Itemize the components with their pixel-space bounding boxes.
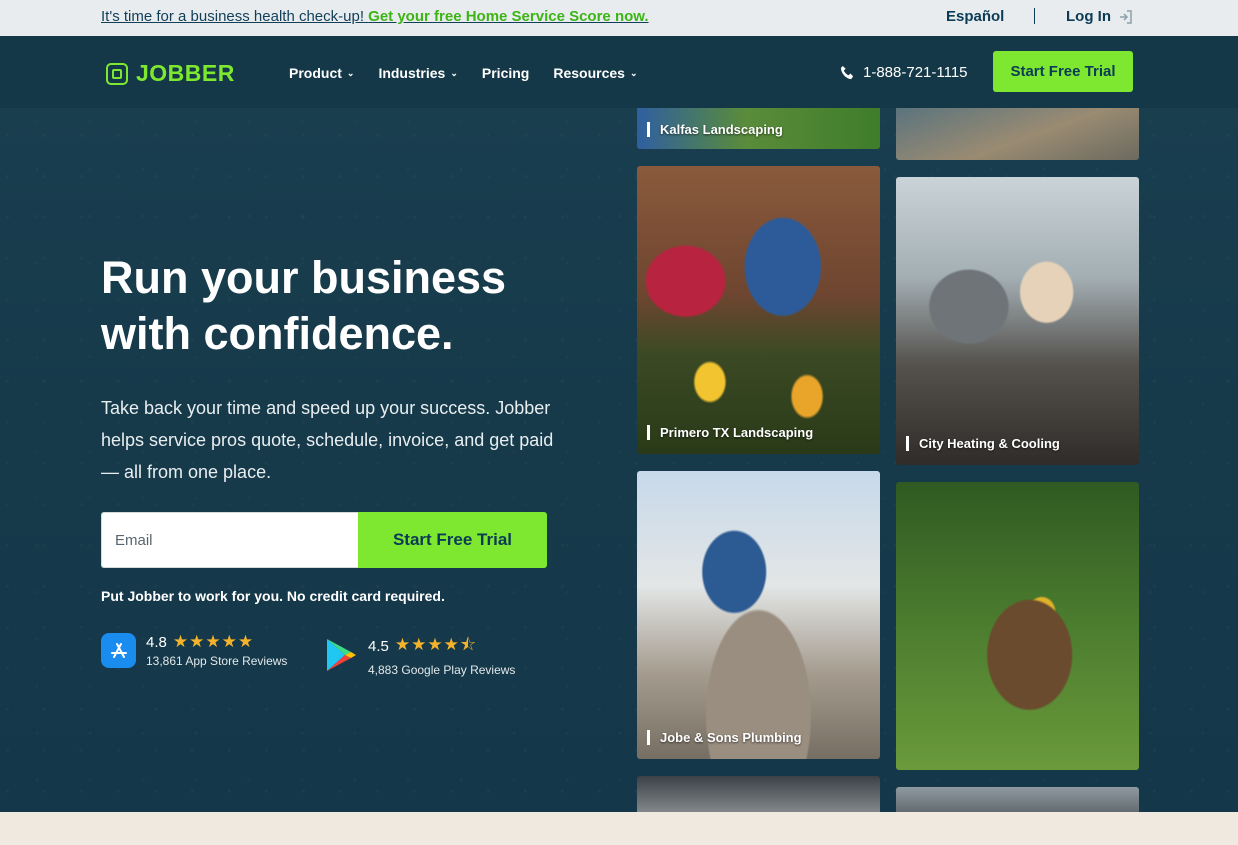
photo-caption: Jobe & Sons Plumbing [647,730,802,745]
nav-item-label: Product [289,65,342,81]
hero-title: Run your business with confidence. [101,250,581,362]
nav-item-resources[interactable]: Resources ⌄ [553,65,637,81]
rating-score: 4.5 [368,638,389,655]
chevron-down-icon: ⌄ [450,68,458,78]
hero-title-line: Run your business [101,252,507,303]
hero-title-line: with confidence. [101,308,454,359]
nav-item-label: Resources [553,65,625,81]
rating-text: 4.8 ★★★★★ 13,861 App Store Reviews [146,632,287,668]
customer-photo-city-heating: City Heating & Cooling [896,177,1139,465]
review-count: 13,861 App Store Reviews [146,654,288,668]
star-icons: ★★★★★ [172,632,255,651]
topbar-divider [1034,8,1035,24]
app-store-icon [101,632,136,668]
no-credit-card-note: Put Jobber to work for you. No credit ca… [101,588,445,604]
chevron-down-icon: ⌄ [346,68,355,78]
star-icons: ★★★★⯪ [394,635,477,654]
login-label: Log In [1066,8,1111,25]
nav-item-product[interactable]: Product ⌄ [289,65,354,81]
rating-score-row: 4.5 ★★★★⯪ [368,632,515,661]
announcement-bar: It's time for a business health check-up… [0,0,1238,36]
rating-score: 4.8 [146,633,167,651]
rating-text: 4.5 ★★★★⯪ 4,883 Google Play Reviews [368,632,515,677]
customer-photo-primero: Primero TX Landscaping [637,166,880,454]
login-icon [1120,9,1132,24]
photo-caption: Primero TX Landscaping [647,425,813,440]
phone-icon [840,65,854,80]
nav-item-pricing[interactable]: Pricing [482,65,529,81]
nav-start-trial-button[interactable]: Start Free Trial [993,51,1133,92]
announcement-text: It's time for a business health check-up… [101,8,364,25]
customer-photo-tools [896,482,1139,770]
photo-caption: City Heating & Cooling [906,436,1060,451]
customer-photo-plumbing: Jobe & Sons Plumbing [637,471,880,759]
jobber-logo-icon [106,62,128,85]
nav-menu: Product ⌄ Industries ⌄ Pricing Resources ⌄ [289,65,638,81]
rating-score-row: 4.8 ★★★★★ [146,632,287,652]
nav-item-industries[interactable]: Industries ⌄ [378,65,457,81]
review-count: 4,883 Google Play Reviews [368,663,516,677]
phone-link[interactable]: 1-888-721-1115 [840,64,968,81]
hero-subtitle: Take back your time and speed up your su… [101,398,554,482]
logo-text: JOBBER [136,60,235,86]
next-section-edge [0,812,1238,845]
google-play-rating[interactable]: 4.5 ★★★★⯪ 4,883 Google Play Reviews [323,632,515,677]
announcement-cta-text[interactable]: Get your free Home Service Score now. [368,8,648,25]
chevron-down-icon: ⌄ [629,68,638,78]
language-switch[interactable]: Español [946,8,1004,25]
email-field[interactable]: Email [101,512,358,568]
jobber-logo[interactable]: JOBBER [106,60,235,87]
hero-start-trial-button[interactable]: Start Free Trial [358,512,547,568]
customer-photo [637,776,880,816]
google-play-icon [323,637,358,672]
announcement-link[interactable]: It's time for a business health check-up… [101,8,649,25]
main-nav: JOBBER Product ⌄ Industries ⌄ Pricing Reso… [0,36,1238,108]
nav-item-label: Pricing [481,65,530,81]
login-link[interactable]: Log In [1066,8,1133,25]
phone-number: 1-888-721-1115 [863,64,968,81]
photo-caption: Kalfas Landscaping [647,122,783,137]
app-store-rating[interactable]: 4.8 ★★★★★ 13,861 App Store Reviews [101,632,287,668]
nav-item-label: Industries [378,65,446,81]
signup-form: Email Start Free Trial [101,512,547,568]
